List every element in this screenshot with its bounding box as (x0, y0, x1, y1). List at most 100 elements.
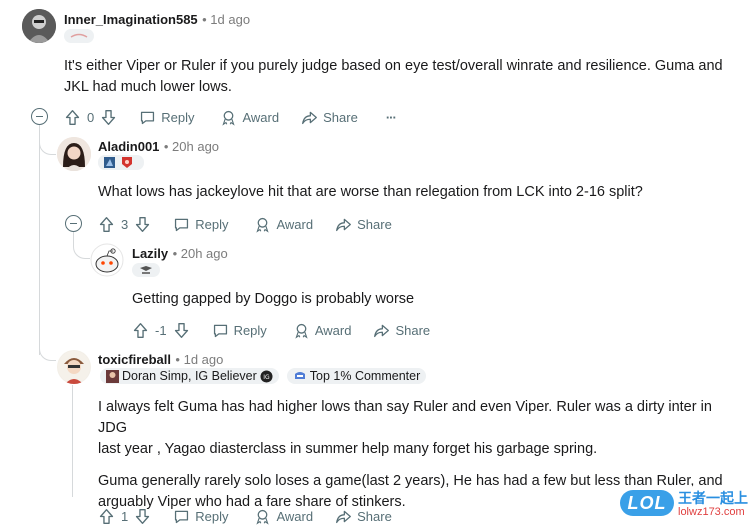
flair-row: Doran Simp, IG Believer IG Top 1% Commen… (100, 368, 427, 384)
avatar[interactable] (57, 350, 91, 384)
vote-group: -1 (132, 322, 190, 339)
top-commenter-icon (294, 372, 305, 379)
upvote-icon[interactable] (98, 216, 115, 233)
username[interactable]: Aladin001 (98, 139, 159, 154)
award-button[interactable]: Award (293, 322, 352, 339)
share-button[interactable]: Share (335, 216, 392, 233)
badge-text: Top 1% Commenter (309, 369, 421, 383)
award-icon (256, 509, 270, 525)
watermark-url: lolwz173.com (678, 506, 745, 518)
username[interactable]: Lazily (132, 246, 168, 261)
share-button[interactable]: Share (373, 322, 430, 339)
user-flair: Doran Simp, IG Believer IG (100, 368, 279, 384)
collapse-thread-button[interactable] (31, 108, 48, 125)
watermark-logo: LOL (620, 490, 674, 516)
reply-button[interactable]: Reply (173, 508, 228, 525)
reply-icon (213, 324, 227, 337)
timestamp[interactable]: 20h ago (172, 139, 219, 154)
reply-button[interactable]: Reply (212, 322, 267, 339)
vote-count: 3 (121, 216, 129, 232)
vote-count: 0 (87, 109, 95, 125)
downvote-icon[interactable] (100, 109, 117, 126)
award-label: Award (242, 109, 280, 125)
award-label: Award (314, 322, 352, 338)
reply-label: Reply (195, 216, 229, 232)
share-button[interactable]: Share (301, 109, 358, 126)
avatar[interactable] (90, 243, 124, 277)
comment-text-line: Getting gapped by Doggo is probably wors… (132, 291, 415, 307)
separator-dot: • (175, 352, 184, 367)
vote-count: -1 (155, 322, 167, 338)
comment-header: Inner_Imagination585 • 1d ago (64, 11, 250, 29)
vote-group: 3 (98, 216, 151, 233)
team-logo-icon: IG (260, 370, 273, 382)
comment-body: Getting gapped by Doggo is probably wors… (132, 289, 732, 310)
share-label: Share (357, 216, 392, 232)
share-icon (302, 111, 318, 124)
reply-icon (175, 218, 189, 231)
reply-label: Reply (161, 109, 195, 125)
thread-line-toxic (72, 385, 73, 497)
award-icon (295, 323, 308, 339)
username[interactable]: toxicfireball (98, 352, 171, 367)
watermark: LOL 王者一起上 lolwz173.com (618, 486, 748, 522)
award-icon (256, 217, 270, 233)
reply-button[interactable]: Reply (139, 109, 194, 126)
award-button[interactable]: Award (254, 508, 313, 525)
user-flair-badge (132, 263, 160, 277)
comment-actions: 0 Reply Award Share ··· (64, 106, 397, 128)
comment-text-line: JKL had much lower lows. (64, 79, 232, 95)
award-button[interactable]: Award (220, 109, 279, 126)
comment-text-line: last year , Yagao diasterclass in summer… (98, 441, 598, 457)
avatar[interactable] (57, 137, 91, 171)
vote-count: 1 (121, 508, 129, 524)
award-button[interactable]: Award (254, 216, 313, 233)
watermark-brand: 王者一起上 (678, 490, 748, 506)
svg-text:IG: IG (263, 374, 270, 381)
downvote-icon[interactable] (134, 508, 151, 525)
share-button[interactable]: Share (335, 508, 392, 525)
thread-curve-aladin (39, 128, 56, 155)
thread-line-root (39, 125, 40, 355)
username[interactable]: Inner_Imagination585 (64, 12, 198, 27)
share-icon (374, 324, 390, 337)
comment-header: Aladin001 • 20h ago (98, 138, 219, 156)
reply-label: Reply (233, 322, 267, 338)
comment-actions: -1 Reply Award Share (132, 319, 430, 341)
separator-dot: • (163, 139, 173, 154)
avatar[interactable] (22, 9, 56, 43)
award-icon (222, 110, 236, 126)
timestamp[interactable]: 1d ago (184, 352, 224, 367)
comment-header: Lazily • 20h ago (132, 245, 228, 263)
upvote-icon[interactable] (132, 322, 149, 339)
timestamp[interactable]: 20h ago (181, 246, 228, 261)
comment-actions: 3 Reply Award Share (98, 213, 392, 235)
achievement-badge[interactable]: Top 1% Commenter (286, 368, 427, 384)
reply-button[interactable]: Reply (173, 216, 228, 233)
comment-header: toxicfireball • 1d ago (98, 351, 223, 369)
watermark-logo-text: LOL (627, 492, 667, 513)
reply-icon (141, 111, 155, 124)
share-label: Share (357, 508, 392, 524)
flair-text: Doran Simp, IG Believer (122, 369, 257, 383)
flair-portrait-icon (106, 369, 119, 383)
user-flair-badge (64, 29, 94, 43)
vote-group: 0 (64, 109, 117, 126)
comment-text-line: It's either Viper or Ruler if you purely… (64, 58, 723, 74)
upvote-icon[interactable] (98, 508, 115, 525)
thread-curve-toxic (39, 330, 56, 361)
separator-dot: • (172, 246, 181, 261)
downvote-icon[interactable] (134, 216, 151, 233)
award-label: Award (276, 508, 314, 524)
downvote-icon[interactable] (173, 322, 190, 339)
reply-icon (175, 510, 189, 523)
more-options-icon: ··· (385, 109, 397, 125)
comment-text-line: I always felt Guma has had higher lows t… (98, 399, 712, 436)
comment-body: What lows has jackeylove hit that are wo… (98, 182, 738, 203)
upvote-icon[interactable] (64, 109, 81, 126)
share-icon (336, 510, 352, 523)
more-options-button[interactable]: ··· (385, 109, 397, 125)
timestamp[interactable]: 1d ago (210, 12, 250, 27)
vote-group: 1 (98, 508, 151, 525)
collapse-thread-button[interactable] (65, 215, 82, 232)
